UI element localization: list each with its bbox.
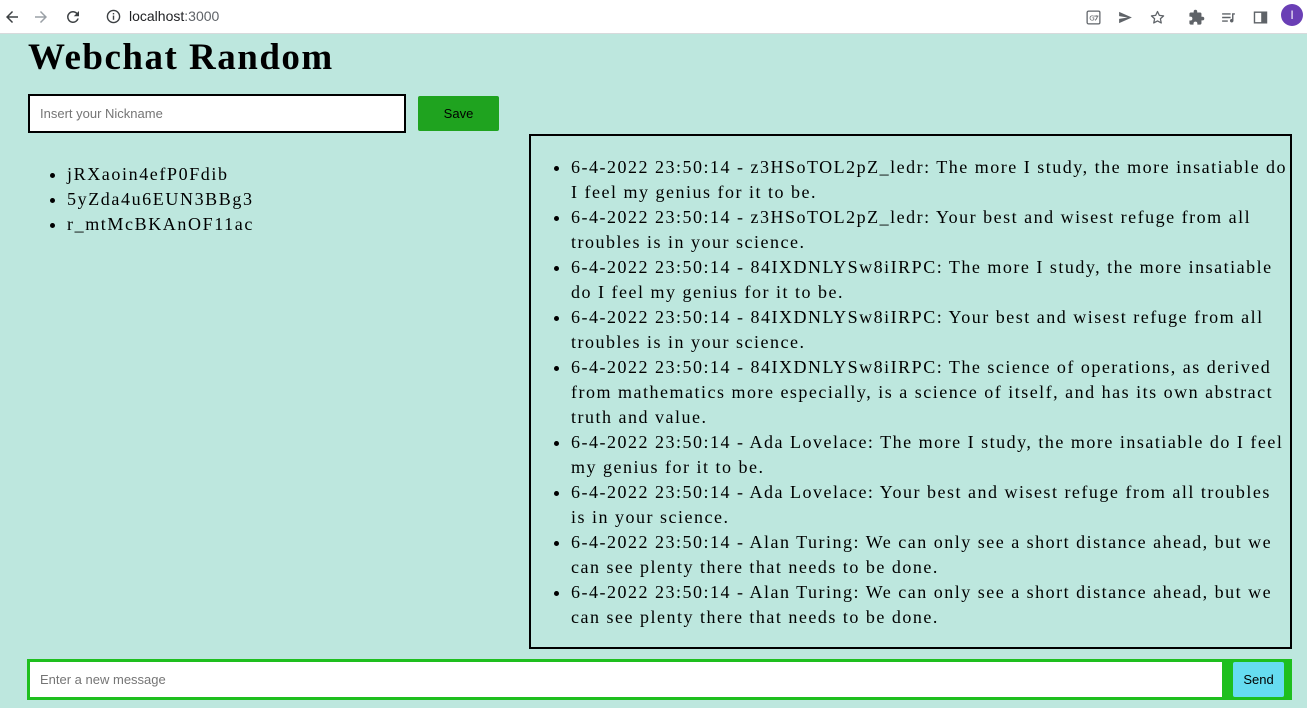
- forward-arrow-icon[interactable]: [29, 5, 53, 29]
- message-item: 6-4-2022 23:50:14 - Ada Lovelace: The mo…: [571, 430, 1290, 480]
- message-form: Send: [27, 659, 1292, 700]
- browser-toolbar: localhost:3000 G I: [0, 0, 1307, 34]
- user-list-item: r_mtMcBKAnOF11ac: [67, 212, 254, 237]
- url-host: localhost: [129, 8, 185, 24]
- url-port: :3000: [184, 8, 220, 24]
- extensions-icon[interactable]: [1184, 5, 1208, 29]
- messages-list: 6-4-2022 23:50:14 - z3HSoTOL2pZ_ledr: Th…: [571, 155, 1290, 630]
- nickname-input[interactable]: [28, 94, 406, 133]
- message-item: 6-4-2022 23:50:14 - 84IXDNLYSw8iIRPC: Th…: [571, 355, 1290, 430]
- info-icon[interactable]: [105, 8, 121, 24]
- message-item: 6-4-2022 23:50:14 - Ada Lovelace: Your b…: [571, 480, 1290, 530]
- users-list: jRXaoin4efP0Fdib 5yZda4u6EUN3BBg3 r_mtMc…: [67, 162, 254, 237]
- message-input[interactable]: [30, 662, 1222, 697]
- translate-icon[interactable]: G: [1081, 5, 1105, 29]
- send-tab-icon[interactable]: [1113, 5, 1137, 29]
- message-item: 6-4-2022 23:50:14 - Alan Turing: We can …: [571, 530, 1290, 580]
- reading-list-icon[interactable]: [1216, 5, 1240, 29]
- side-panel-icon[interactable]: [1248, 5, 1272, 29]
- send-button[interactable]: Send: [1233, 662, 1284, 697]
- svg-text:G: G: [1089, 13, 1095, 22]
- message-item: 6-4-2022 23:50:14 - 84IXDNLYSw8iIRPC: Th…: [571, 255, 1290, 305]
- profile-avatar[interactable]: I: [1281, 4, 1303, 26]
- address-bar[interactable]: localhost:3000: [96, 2, 1160, 30]
- save-button[interactable]: Save: [418, 96, 499, 131]
- message-item: 6-4-2022 23:50:14 - Alan Turing: We can …: [571, 580, 1290, 630]
- message-item: 6-4-2022 23:50:14 - 84IXDNLYSw8iIRPC: Yo…: [571, 305, 1290, 355]
- user-list-item: jRXaoin4efP0Fdib: [67, 162, 254, 187]
- message-item: 6-4-2022 23:50:14 - z3HSoTOL2pZ_ledr: Th…: [571, 155, 1290, 205]
- message-item: 6-4-2022 23:50:14 - z3HSoTOL2pZ_ledr: Yo…: [571, 205, 1290, 255]
- messages-panel: 6-4-2022 23:50:14 - z3HSoTOL2pZ_ledr: Th…: [529, 134, 1292, 649]
- user-list-item: 5yZda4u6EUN3BBg3: [67, 187, 254, 212]
- back-arrow-icon[interactable]: [0, 5, 24, 29]
- reload-icon[interactable]: [61, 5, 85, 29]
- page-title: Webchat Random: [28, 37, 334, 78]
- bookmark-star-icon[interactable]: [1145, 5, 1169, 29]
